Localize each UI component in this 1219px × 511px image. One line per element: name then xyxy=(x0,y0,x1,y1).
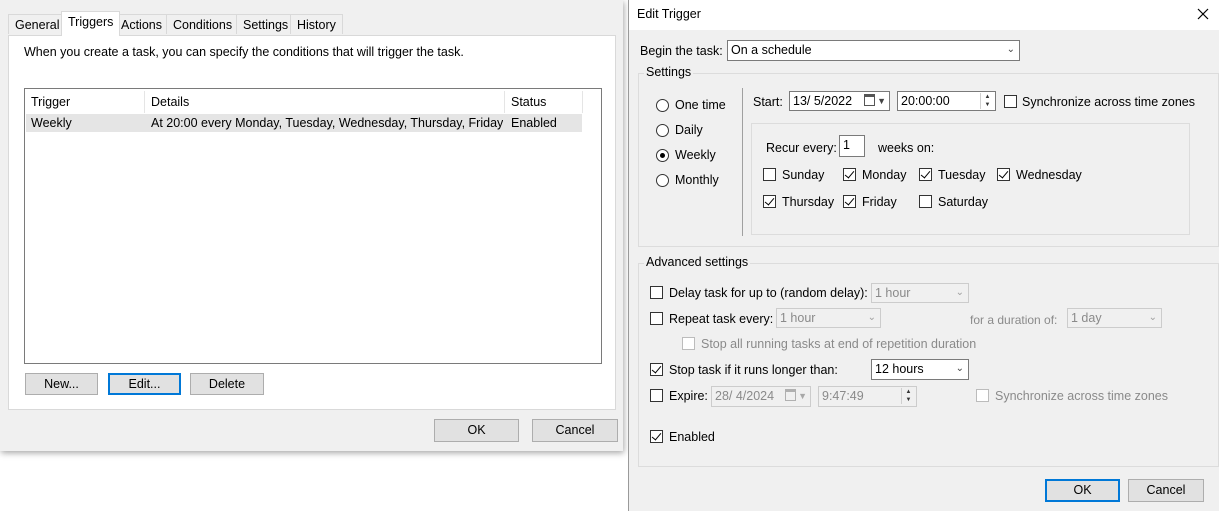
edit-trigger-dialog: Edit Trigger Begin the task: On a schedu… xyxy=(628,0,1219,511)
calendar-icon xyxy=(785,389,796,401)
expire-checkbox[interactable] xyxy=(650,389,663,402)
sync-time-zones-label[interactable]: Synchronize across time zones xyxy=(1022,94,1195,110)
triggers-description: When you create a task, you can specify … xyxy=(24,45,464,59)
close-icon xyxy=(1197,8,1209,20)
edit-trigger-ok-button[interactable]: OK xyxy=(1045,479,1120,502)
day-checkbox-saturday[interactable] xyxy=(919,195,932,208)
stop-running-tasks-label[interactable]: Stop all running tasks at end of repetit… xyxy=(701,336,976,352)
chevron-down-icon: ▼ xyxy=(877,96,886,106)
stop-task-duration-select[interactable]: 12 hours ⌄ xyxy=(871,359,969,380)
settings-group-label: Settings xyxy=(644,65,694,79)
tab-general[interactable]: General xyxy=(8,14,67,34)
tab-settings[interactable]: Settings xyxy=(236,14,296,34)
day-label-friday[interactable]: Friday xyxy=(862,194,897,210)
table-cell-trigger: Weekly xyxy=(31,116,72,130)
ok-button[interactable]: OK xyxy=(434,419,519,442)
radio-monthly-label[interactable]: Monthly xyxy=(675,172,719,188)
table-cell-details: At 20:00 every Monday, Tuesday, Wednesda… xyxy=(151,116,503,130)
radio-daily-label[interactable]: Daily xyxy=(675,122,703,138)
radio-monthly[interactable] xyxy=(656,174,669,187)
start-date-picker[interactable]: 13/ 5/2022 ▼ xyxy=(789,91,890,111)
settings-divider xyxy=(742,88,743,236)
begin-task-select[interactable]: On a schedule ⌄ xyxy=(727,40,1020,61)
start-time-input[interactable]: 20:00:00 ▲ ▼ xyxy=(897,91,996,111)
new-trigger-button[interactable]: New... xyxy=(25,373,98,395)
day-checkbox-wednesday[interactable] xyxy=(997,168,1010,181)
sync-time-zones-checkbox[interactable] xyxy=(1004,95,1017,108)
tab-triggers[interactable]: Triggers xyxy=(61,11,121,36)
radio-weekly-label[interactable]: Weekly xyxy=(675,147,716,163)
day-label-sunday[interactable]: Sunday xyxy=(782,167,824,183)
day-checkbox-friday[interactable] xyxy=(843,195,856,208)
chevron-down-icon: ⌄ xyxy=(955,287,964,298)
advanced-settings-label: Advanced settings xyxy=(644,255,751,269)
enabled-checkbox[interactable] xyxy=(650,430,663,443)
repeat-task-checkbox[interactable] xyxy=(650,312,663,325)
spin-arrows-icon[interactable]: ▲ ▼ xyxy=(980,93,994,109)
column-header-trigger[interactable]: Trigger xyxy=(25,91,145,113)
day-label-saturday[interactable]: Saturday xyxy=(938,194,988,210)
stop-task-longer-label[interactable]: Stop task if it runs longer than: xyxy=(669,362,838,378)
day-checkbox-thursday[interactable] xyxy=(763,195,776,208)
expire-sync-time-zones-label[interactable]: Synchronize across time zones xyxy=(995,388,1168,404)
expire-date-picker[interactable]: 28/ 4/2024 ▼ xyxy=(711,386,811,407)
day-label-tuesday[interactable]: Tuesday xyxy=(938,167,985,183)
recur-every-label: Recur every: xyxy=(766,141,837,155)
radio-daily[interactable] xyxy=(656,124,669,137)
triggers-table[interactable]: Trigger Details Status Weekly At 20:00 e… xyxy=(24,88,602,364)
expire-time-input[interactable]: 9:47:49 ▲ ▼ xyxy=(818,386,917,407)
chevron-down-icon: ▼ xyxy=(798,391,807,401)
day-checkbox-monday[interactable] xyxy=(843,168,856,181)
duration-label: for a duration of: xyxy=(970,313,1058,327)
task-properties-dialog: General Triggers Actions Conditions Sett… xyxy=(0,0,623,451)
column-header-status[interactable]: Status xyxy=(505,91,583,113)
radio-one-time[interactable] xyxy=(656,99,669,112)
day-checkbox-tuesday[interactable] xyxy=(919,168,932,181)
radio-one-time-label[interactable]: One time xyxy=(675,97,726,113)
day-label-monday[interactable]: Monday xyxy=(862,167,906,183)
edit-trigger-button[interactable]: Edit... xyxy=(108,373,181,395)
dialog-title: Edit Trigger xyxy=(637,7,701,21)
chevron-down-icon: ⌄ xyxy=(1148,312,1157,323)
tab-actions[interactable]: Actions xyxy=(114,14,169,34)
delete-trigger-button[interactable]: Delete xyxy=(190,373,264,395)
expire-label[interactable]: Expire: xyxy=(669,388,708,404)
chevron-down-icon: ⌄ xyxy=(955,363,964,374)
radio-weekly[interactable] xyxy=(656,149,669,162)
day-label-wednesday[interactable]: Wednesday xyxy=(1016,167,1082,183)
weeks-on-label: weeks on: xyxy=(878,141,935,155)
stop-task-longer-checkbox[interactable] xyxy=(650,363,663,376)
calendar-icon xyxy=(864,94,875,106)
cancel-button[interactable]: Cancel xyxy=(532,419,618,442)
delay-task-label[interactable]: Delay task for up to (random delay): xyxy=(669,285,868,301)
expire-sync-time-zones-checkbox[interactable] xyxy=(976,389,989,402)
begin-task-label: Begin the task: xyxy=(640,44,723,58)
table-cell-status: Enabled xyxy=(511,116,557,130)
day-checkbox-sunday[interactable] xyxy=(763,168,776,181)
chevron-down-icon: ⌄ xyxy=(867,312,876,323)
chevron-down-icon: ⌄ xyxy=(1006,44,1015,55)
recur-weeks-input[interactable]: 1 xyxy=(839,135,865,157)
start-label: Start: xyxy=(753,95,783,109)
edit-trigger-cancel-button[interactable]: Cancel xyxy=(1128,479,1204,502)
title-bar xyxy=(629,0,1219,30)
enabled-label[interactable]: Enabled xyxy=(669,429,715,445)
duration-select[interactable]: 1 day ⌄ xyxy=(1067,308,1162,328)
repeat-task-select[interactable]: 1 hour ⌄ xyxy=(776,308,881,328)
close-button[interactable] xyxy=(1192,4,1214,24)
delay-task-checkbox[interactable] xyxy=(650,286,663,299)
column-header-details[interactable]: Details xyxy=(145,91,505,113)
day-label-thursday[interactable]: Thursday xyxy=(782,194,834,210)
tab-conditions[interactable]: Conditions xyxy=(166,14,240,34)
delay-task-select[interactable]: 1 hour ⌄ xyxy=(871,283,969,303)
repeat-task-label[interactable]: Repeat task every: xyxy=(669,311,773,327)
tab-history[interactable]: History xyxy=(290,14,343,34)
stop-running-tasks-checkbox[interactable] xyxy=(682,337,695,350)
spin-arrows-icon[interactable]: ▲ ▼ xyxy=(901,388,915,404)
